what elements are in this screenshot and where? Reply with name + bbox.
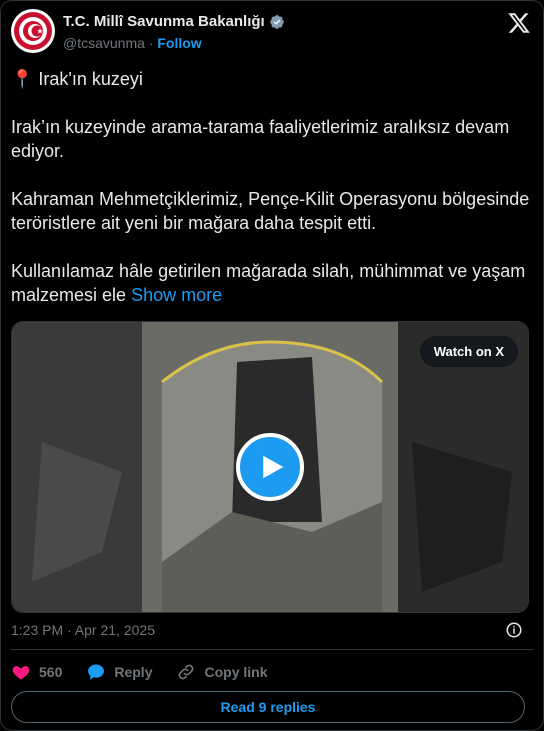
info-icon[interactable]	[505, 621, 523, 639]
tweet-card: T.C. Millî Savunma Bakanlığı @tcsavunma …	[0, 0, 544, 731]
tweet-paragraph-3: Kullanılamaz hâle getirilen mağarada sil…	[11, 261, 531, 305]
tweet-paragraph-2: Kahraman Mehmetçiklerimiz, Pençe-Kilit O…	[11, 189, 535, 233]
reply-button[interactable]: Reply	[86, 662, 152, 682]
video-player[interactable]: Watch on X	[11, 321, 529, 613]
tweet-paragraph-3-wrap: Kullanılamaz hâle getirilen mağarada sil…	[11, 259, 533, 307]
like-count: 560	[39, 664, 63, 680]
x-logo-icon[interactable]	[507, 11, 531, 35]
separator: ·	[148, 35, 154, 51]
tweet-line-location: 📍 Irak'ın kuzeyi	[11, 69, 143, 89]
like-button[interactable]: 560	[11, 662, 62, 682]
tweet-text: 📍 Irak'ın kuzeyi Irak’ın kuzeyinde arama-…	[11, 67, 533, 307]
ministry-logo-icon	[14, 12, 52, 50]
handle-row: @tcsavunma · Follow	[63, 35, 202, 51]
heart-icon	[12, 666, 30, 680]
follow-button[interactable]: Follow	[157, 35, 201, 51]
account-name[interactable]: T.C. Millî Savunma Bakanlığı	[63, 13, 265, 30]
account-handle[interactable]: @tcsavunma	[63, 35, 145, 51]
reply-label: Reply	[114, 664, 153, 680]
watch-on-x-button[interactable]: Watch on X	[419, 336, 518, 367]
tweet-paragraph-1: Irak’ın kuzeyinde arama-tarama faaliyetl…	[11, 117, 515, 161]
name-row: T.C. Millî Savunma Bakanlığı	[63, 13, 285, 30]
read-replies-button[interactable]: Read 9 replies	[11, 691, 525, 723]
play-icon	[263, 455, 284, 479]
reply-icon	[88, 664, 105, 680]
divider	[11, 649, 533, 650]
verified-icon	[269, 14, 284, 29]
tweet-timestamp[interactable]: 1:23 PM · Apr 21, 2025	[11, 622, 155, 638]
play-button[interactable]	[236, 433, 304, 501]
copy-link-button[interactable]: Copy link	[176, 662, 268, 682]
action-bar: 560 Reply Copy link	[11, 661, 292, 683]
copy-link-label: Copy link	[204, 664, 268, 680]
show-more-link[interactable]: Show more	[131, 285, 222, 305]
avatar[interactable]	[11, 9, 55, 53]
tweet-header: T.C. Millî Savunma Bakanlığı @tcsavunma …	[11, 9, 533, 59]
link-icon	[179, 664, 194, 680]
